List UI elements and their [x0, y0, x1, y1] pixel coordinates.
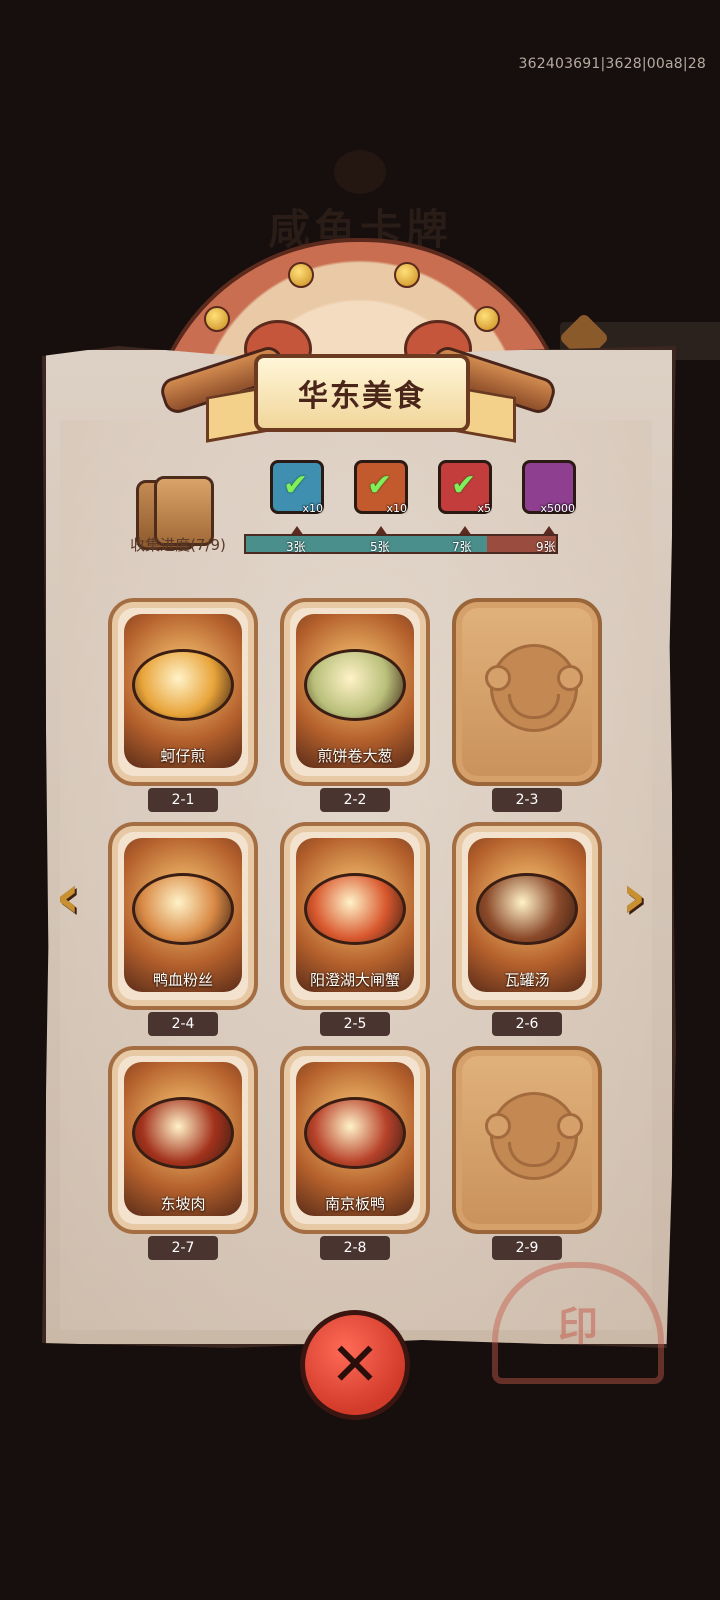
milestone-label: 3张: [286, 540, 306, 554]
plate-stud-icon: [204, 306, 230, 332]
plate-stud-icon: [394, 262, 420, 288]
plate-stud-icon: [474, 306, 500, 332]
card-number-tag: 2-8: [320, 1236, 390, 1260]
reward-crystal-icon[interactable]: x5000: [522, 460, 576, 515]
card-number-tag: 2-2: [320, 788, 390, 812]
prev-page-arrow-icon[interactable]: ‹: [46, 862, 90, 932]
plate-stud-icon: [288, 262, 314, 288]
food-card-name: 煎饼卷大葱: [317, 747, 393, 765]
food-card-name: 南京板鸭: [324, 1195, 385, 1213]
food-card-name: 鸭血粉丝: [152, 971, 213, 989]
food-card[interactable]: 鸭血粉丝: [108, 822, 258, 1010]
food-card[interactable]: 煎饼卷大葱: [280, 598, 430, 786]
title-banner: 华东美食: [254, 354, 470, 432]
close-button[interactable]: ✕: [300, 1310, 410, 1420]
food-card[interactable]: 瓦罐汤: [452, 822, 602, 1010]
food-card[interactable]: 蚵仔煎: [108, 598, 258, 786]
collect-progress-fill: [246, 536, 488, 552]
dish-icon: [132, 1096, 234, 1169]
milestone-label: 5张: [370, 540, 390, 554]
claimed-check-icon: ✔: [283, 468, 309, 503]
card-number-tag: 2-5: [320, 1012, 390, 1036]
reward-orb-icon[interactable]: ✔ x5: [438, 460, 492, 515]
card-number-tag: 2-4: [148, 1012, 218, 1036]
dish-icon: [132, 872, 234, 945]
dish-icon: [304, 648, 406, 721]
reward-quantity: x10: [302, 502, 323, 515]
dish-icon: [304, 872, 406, 945]
food-card[interactable]: 南京板鸭: [280, 1046, 430, 1234]
food-card[interactable]: 东坡肉: [108, 1046, 258, 1234]
claimed-check-icon: ✔: [367, 468, 393, 503]
claimed-check-icon: ✔: [451, 468, 477, 503]
card-number-tag: 2-6: [492, 1012, 562, 1036]
background-badge: [334, 150, 386, 194]
food-card-name: 瓦罐汤: [504, 971, 550, 989]
card-stack-icon: [136, 476, 214, 550]
reward-quantity: x10: [386, 502, 407, 515]
reward-quantity: x5: [477, 502, 491, 515]
next-page-arrow-icon[interactable]: ›: [612, 862, 656, 932]
food-card-name: 阳澄湖大闸蟹: [309, 971, 400, 989]
food-card[interactable]: 阳澄湖大闸蟹: [280, 822, 430, 1010]
collect-progress-label: 收集进度(7/9): [130, 536, 226, 554]
dish-icon: [476, 872, 578, 945]
panel-title: 华东美食: [298, 379, 426, 414]
food-card-name: 东坡肉: [160, 1195, 206, 1213]
debug-id-text: 362403691|3628|00a8|28: [518, 56, 706, 72]
dish-icon: [304, 1096, 406, 1169]
card-number-tag: 2-7: [148, 1236, 218, 1260]
card-number-tag: 2-1: [148, 788, 218, 812]
milestone-label: 7张: [452, 540, 472, 554]
locked-food-card[interactable]: [452, 1046, 602, 1234]
reward-quantity: x5000: [540, 502, 575, 515]
dish-icon: [132, 648, 234, 721]
card-number-tag: 2-9: [492, 1236, 562, 1260]
reward-chest-icon[interactable]: ✔ x10: [270, 460, 324, 515]
close-icon: ✕: [329, 1330, 381, 1400]
milestone-label: 9张: [536, 540, 556, 554]
locked-food-card[interactable]: [452, 598, 602, 786]
card-number-tag: 2-3: [492, 788, 562, 812]
food-card-name: 蚵仔煎: [160, 747, 206, 765]
reward-scroll-icon[interactable]: ✔ x10: [354, 460, 408, 515]
